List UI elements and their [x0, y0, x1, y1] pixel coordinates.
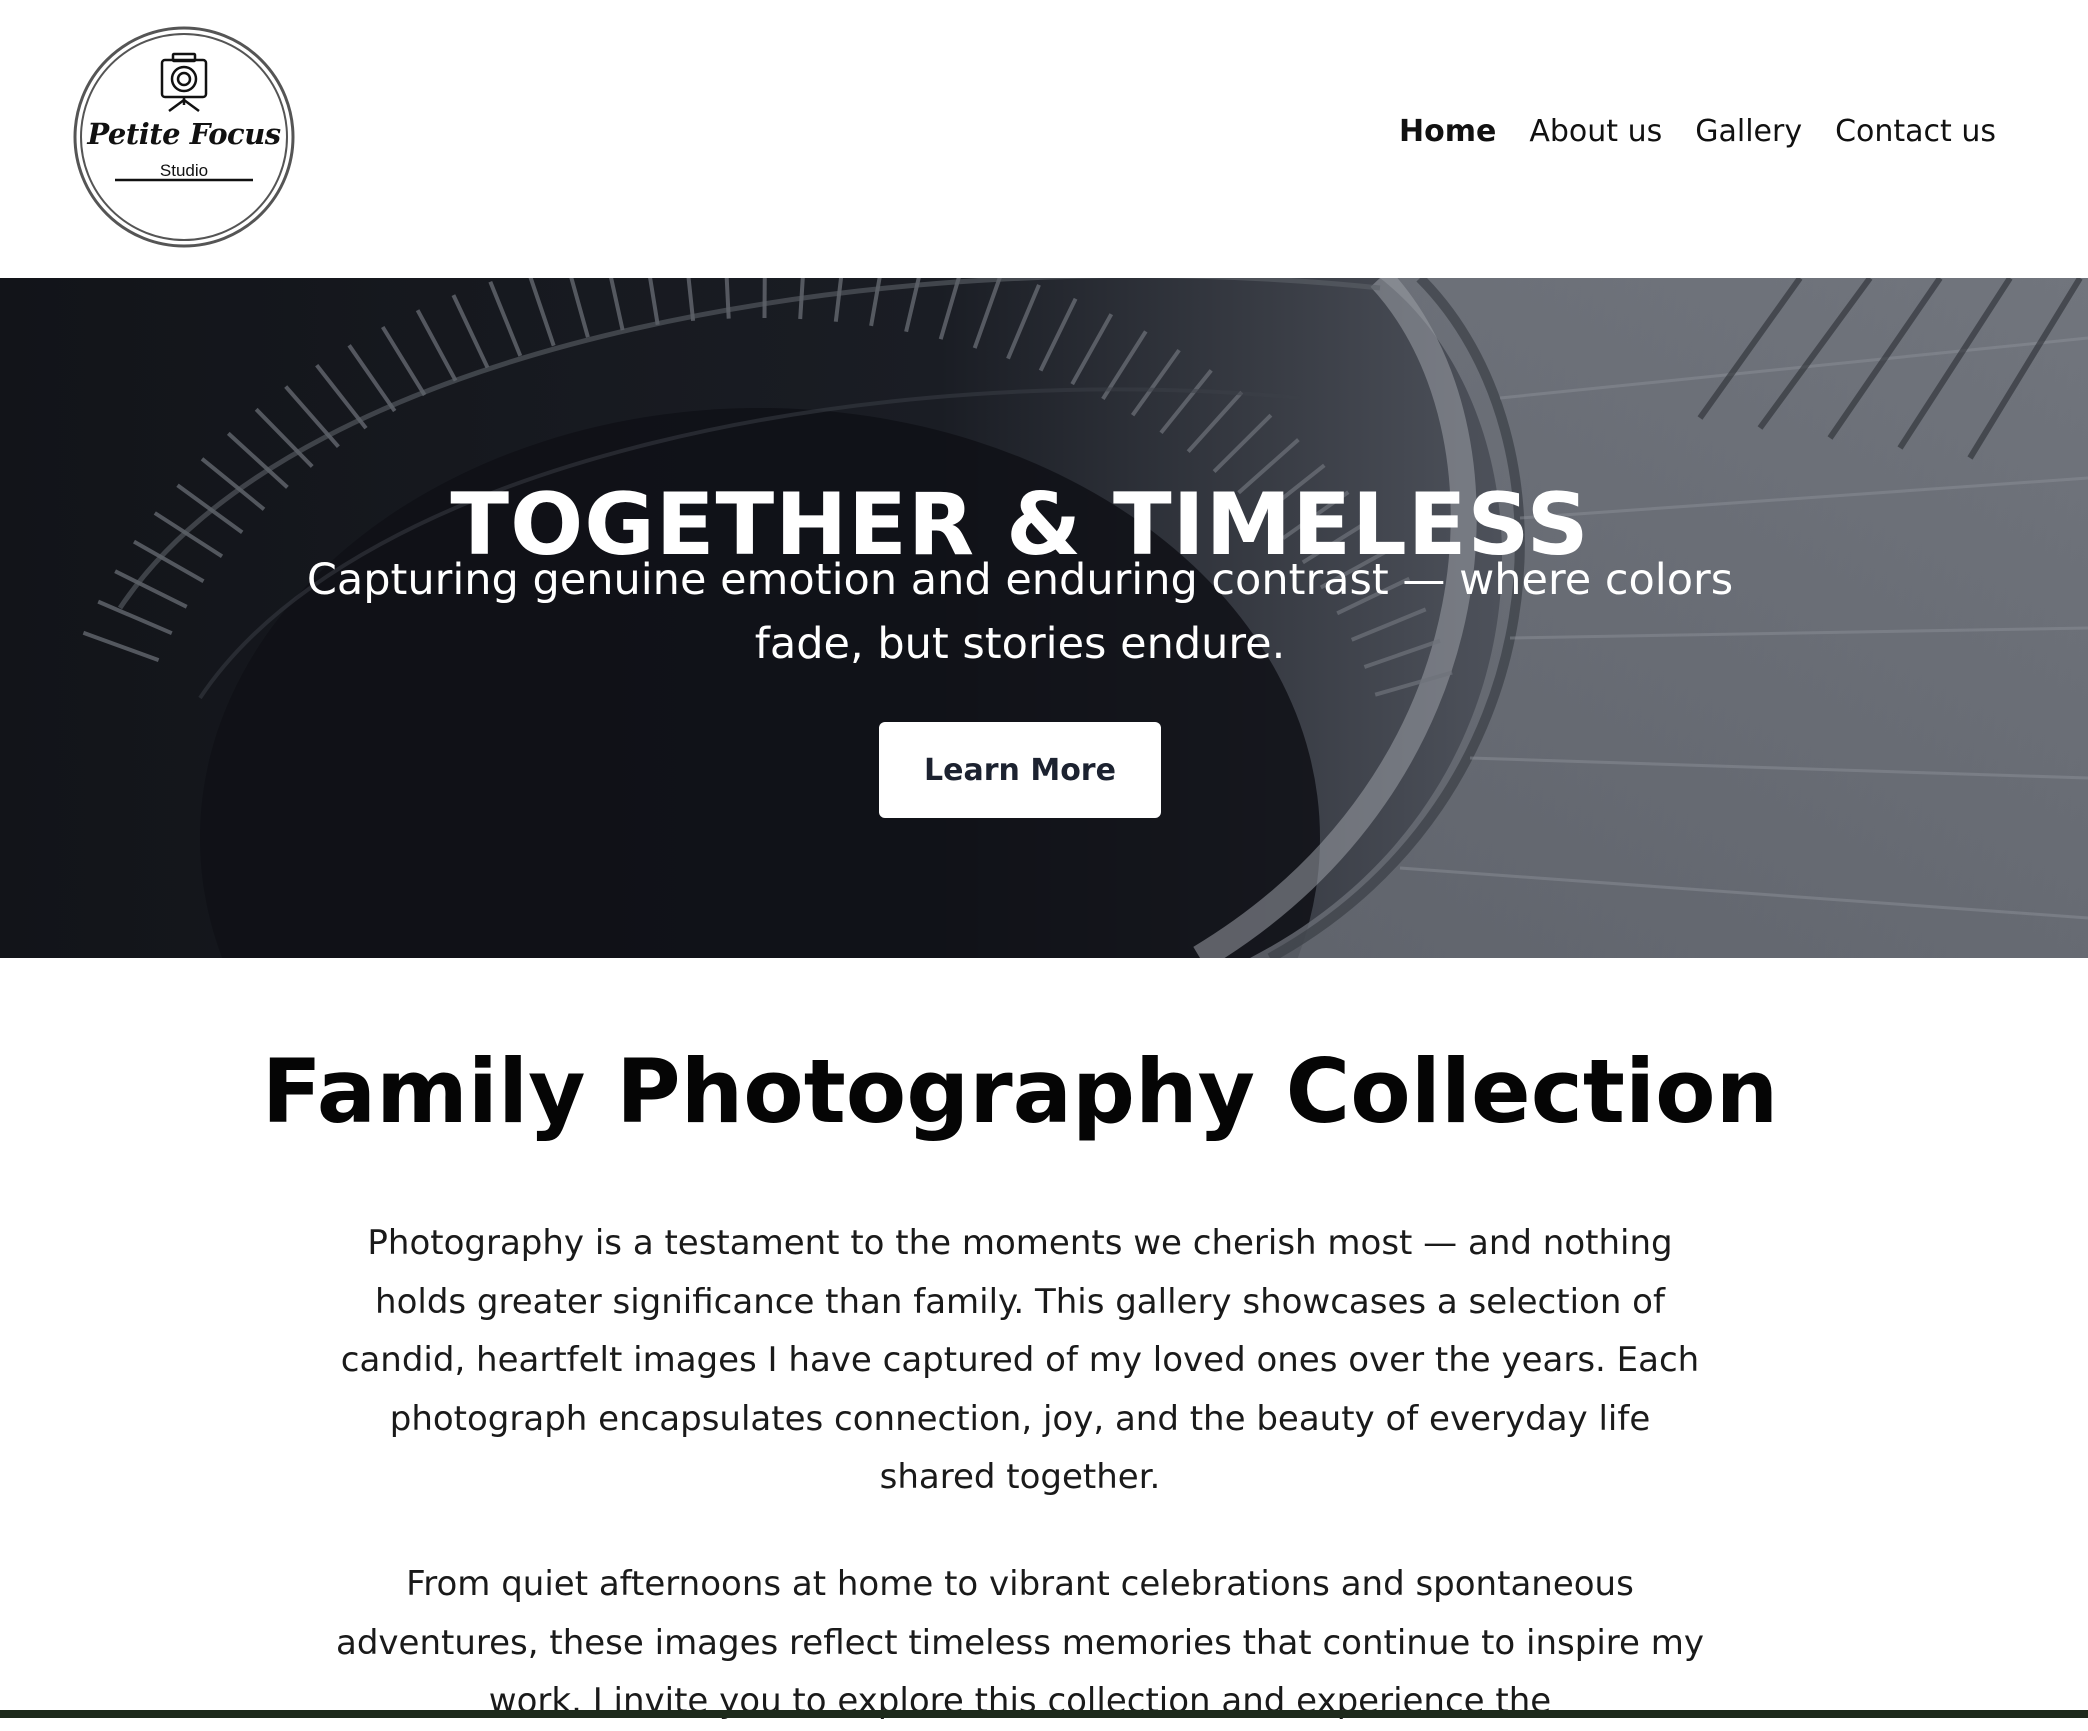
hero-subtitle: Capturing genuine emotion and enduring c… — [306, 555, 1734, 669]
railing-baluster — [762, 278, 767, 319]
section-title: Family Photography Collection — [261, 1040, 1779, 1143]
site-logo[interactable]: Petite Focus Studio — [72, 25, 296, 249]
logo-subtitle: Studio — [159, 161, 209, 180]
main-nav: Home About us Gallery Contact us — [1399, 114, 1996, 149]
second-paragraph: From quiet afternoons at home to vibrant… — [336, 1564, 1704, 1721]
logo-brand-name: Petite Focus — [87, 117, 281, 151]
hero-banner: TOGETHER & TIMELESS Capturing genuine em… — [0, 278, 2088, 958]
next-section-edge — [0, 1710, 2088, 1718]
nav-gallery[interactable]: Gallery — [1695, 114, 1802, 149]
nav-home[interactable]: Home — [1399, 114, 1496, 149]
site-header: Petite Focus Studio Home About us Galler… — [0, 0, 2088, 278]
nav-contact-us[interactable]: Contact us — [1835, 114, 1996, 149]
intro-paragraph: Photography is a testament to the moment… — [340, 1223, 1700, 1497]
nav-about-us[interactable]: About us — [1529, 114, 1662, 149]
learn-more-button[interactable]: Learn More — [879, 722, 1161, 818]
